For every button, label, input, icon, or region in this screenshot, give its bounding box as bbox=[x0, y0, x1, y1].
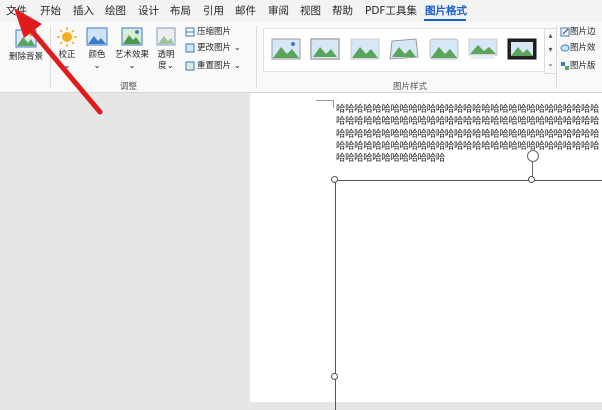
compress-label: 压缩图片 bbox=[197, 27, 232, 37]
tab-design[interactable]: 设计 bbox=[138, 3, 159, 19]
transparency-label-2: 度 bbox=[158, 61, 167, 71]
transparency-button[interactable]: 透明 度⌄ bbox=[153, 26, 179, 72]
margin-marker bbox=[316, 100, 334, 101]
tab-draw[interactable]: 绘图 bbox=[105, 3, 126, 19]
picture-style-thumbnail[interactable] bbox=[310, 38, 340, 60]
compress-icon bbox=[185, 27, 195, 36]
tab-picture-format[interactable]: 图片格式 bbox=[425, 3, 467, 19]
remove-background-icon bbox=[15, 29, 37, 48]
active-tab-indicator bbox=[424, 19, 466, 21]
adjust-group-label: 调整 bbox=[120, 82, 138, 92]
effects-icon bbox=[560, 44, 570, 51]
rotate-handle-icon[interactable] bbox=[527, 150, 539, 162]
transparency-icon bbox=[156, 27, 176, 46]
reset-picture-label: 重置图片 bbox=[197, 61, 232, 71]
gallery-scroll-down-icon[interactable]: ▾ bbox=[545, 43, 556, 57]
picture-style-thumbnail[interactable] bbox=[429, 38, 459, 60]
resize-handle-top-middle[interactable] bbox=[528, 176, 535, 183]
artistic-effects-icon bbox=[121, 27, 143, 46]
corrections-label: 校正 bbox=[58, 50, 76, 60]
artistic-effects-label: 艺术效果 bbox=[114, 50, 149, 60]
picture-effects-label: 图片效 bbox=[570, 43, 596, 53]
gallery-scroll-up-icon[interactable]: ▴ bbox=[545, 29, 556, 43]
change-picture-icon bbox=[185, 43, 195, 52]
color-button[interactable]: 颜色 ⌄ bbox=[84, 26, 110, 72]
tab-view[interactable]: 视图 bbox=[300, 3, 321, 19]
chevron-down-icon: ⌄ bbox=[166, 61, 174, 71]
tab-references[interactable]: 引用 bbox=[203, 3, 224, 19]
picture-style-thumbnail[interactable] bbox=[389, 38, 419, 60]
document-body-text[interactable]: 哈哈哈哈哈哈哈哈哈哈哈哈哈哈哈哈哈哈哈哈哈哈哈哈哈哈哈哈哈哈哈哈哈哈哈哈哈哈哈哈… bbox=[336, 104, 602, 165]
gallery-scroll-controls: ▴ ▾ ⌄ bbox=[544, 28, 557, 74]
gallery-more-icon[interactable]: ⌄ bbox=[545, 57, 556, 71]
remove-background-label: 删除背景 bbox=[8, 52, 43, 62]
resize-handle-left-middle[interactable] bbox=[331, 373, 338, 380]
chevron-down-icon: ⌄ bbox=[63, 61, 71, 71]
chevron-down-icon: ⌄ bbox=[233, 61, 241, 71]
tab-review[interactable]: 审阅 bbox=[268, 3, 289, 19]
remove-background-button[interactable]: 删除背景 bbox=[6, 28, 46, 63]
picture-style-thumbnail[interactable] bbox=[468, 38, 498, 60]
picture-style-thumbnail[interactable] bbox=[271, 38, 301, 60]
sun-icon bbox=[57, 27, 77, 47]
reset-picture-button[interactable]: 重置图片 ⌄ bbox=[185, 60, 241, 72]
corrections-button[interactable]: 校正 ⌄ bbox=[54, 26, 80, 72]
picture-style-thumbnail[interactable] bbox=[507, 38, 537, 60]
ribbon-tab-bar: 文件 开始 插入 绘图 设计 布局 引用 邮件 审阅 视图 帮助 PDF工具集 … bbox=[0, 0, 602, 22]
picture-layout-button[interactable]: 图片版 bbox=[560, 60, 596, 72]
reset-picture-icon bbox=[185, 61, 195, 70]
separator bbox=[50, 26, 51, 88]
transparency-label-1: 透明 bbox=[157, 50, 175, 60]
picture-border-button[interactable]: 图片边 bbox=[560, 26, 596, 38]
picture-layout-label: 图片版 bbox=[570, 61, 596, 71]
color-label: 颜色 bbox=[88, 50, 106, 60]
artistic-effects-button[interactable]: 艺术效果 ⌄ bbox=[113, 26, 151, 72]
separator bbox=[256, 26, 257, 88]
picture-style-thumbnail[interactable] bbox=[350, 38, 380, 60]
picture-styles-group-label: 图片样式 bbox=[393, 82, 428, 92]
tab-layout[interactable]: 布局 bbox=[170, 3, 191, 19]
tab-mailings[interactable]: 邮件 bbox=[235, 3, 256, 19]
tab-file[interactable]: 文件 bbox=[6, 3, 27, 19]
picture-border-label: 图片边 bbox=[570, 27, 596, 37]
selected-image-frame[interactable] bbox=[335, 180, 602, 410]
change-picture-label: 更改图片 bbox=[197, 43, 232, 53]
margin-marker bbox=[333, 100, 334, 108]
compress-pictures-button[interactable]: 压缩图片 bbox=[185, 26, 231, 38]
layout-icon bbox=[561, 61, 569, 70]
pen-icon bbox=[560, 27, 570, 36]
chevron-down-icon: ⌄ bbox=[93, 61, 101, 71]
resize-handle-top-left[interactable] bbox=[331, 176, 338, 183]
chevron-down-icon: ⌄ bbox=[128, 61, 136, 71]
picture-styles-gallery bbox=[263, 28, 547, 72]
picture-color-icon bbox=[86, 27, 108, 46]
tab-help[interactable]: 帮助 bbox=[332, 3, 353, 19]
picture-effects-button[interactable]: 图片效 bbox=[560, 42, 596, 54]
change-picture-button[interactable]: 更改图片 ⌄ bbox=[185, 42, 241, 54]
tab-pdf-tools[interactable]: PDF工具集 bbox=[365, 3, 417, 19]
chevron-down-icon: ⌄ bbox=[233, 43, 241, 53]
tab-insert[interactable]: 插入 bbox=[73, 3, 94, 19]
tab-home[interactable]: 开始 bbox=[40, 3, 61, 19]
